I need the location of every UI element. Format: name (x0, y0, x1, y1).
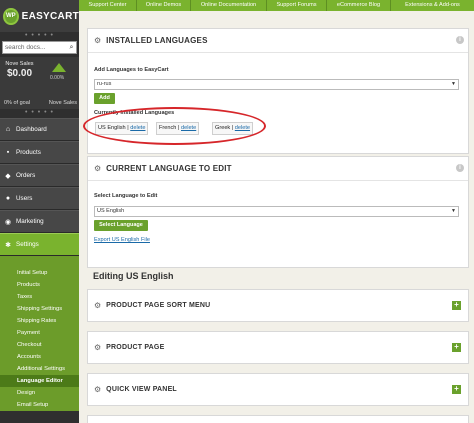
panel-title: INSTALLED LANGUAGES (106, 36, 208, 45)
sub-nav-checkout[interactable]: Checkout (0, 339, 79, 351)
panel-title: QUICK VIEW PANEL (106, 386, 177, 393)
sub-nav-additional-settings[interactable]: Additional Settings (0, 363, 79, 375)
sales-chart: 0.00% (39, 57, 79, 97)
wordpress-logo-icon: WP (3, 7, 19, 25)
sub-nav-taxes[interactable]: Taxes (0, 291, 79, 303)
collapsible-panel[interactable]: ⚙ PRODUCT PAGE + (87, 331, 469, 364)
sales-value: $0.00 (6, 68, 33, 79)
nav-label: Settings (16, 241, 39, 248)
orders-icon: ◆ (5, 172, 11, 180)
tab-online-documentation[interactable]: Online Documentation (191, 0, 267, 11)
sales-footer: 0% of goal Nove Sales (0, 97, 79, 109)
gear-icon: ⚙ (94, 164, 102, 173)
tab-ecommerce-blog[interactable]: eCommerce Blog (327, 0, 391, 11)
sub-nav-shipping-rates[interactable]: Shipping Rates (0, 315, 79, 327)
top-nav-bar: Support Center Online Demos Online Docum… (79, 0, 474, 11)
search-docs-input[interactable]: search docs... ⌕ (2, 41, 77, 54)
select-language-button[interactable]: Select Language (94, 220, 148, 231)
nav-item-dashboard[interactable]: ⌂ Dashboard (0, 118, 79, 141)
nav-label: Marketing (16, 218, 44, 225)
logo-text: EASYCART (21, 10, 79, 22)
logo[interactable]: WP EASYCART (0, 0, 79, 32)
edit-language-select[interactable]: US English ▼ (94, 206, 459, 217)
sales-right-label: Nove Sales (48, 100, 77, 106)
sub-nav-products[interactable]: Products (0, 279, 79, 291)
sub-nav-language-editor[interactable]: Language Editor (0, 375, 79, 387)
goal-pct: 0% of goal (4, 100, 30, 106)
sales-label: Nove Sales (5, 61, 34, 67)
tab-extensions-addons[interactable]: Extensions & Add-ons (391, 0, 474, 11)
panel-header: ⚙ PRODUCT PAGE SORT MENU (88, 290, 468, 321)
current-language-panel: ⚙ CURRENT LANGUAGE TO EDIT i Select Lang… (87, 156, 469, 268)
gear-icon: ⚙ (94, 343, 102, 352)
sub-nav-email-setup[interactable]: Email Setup (0, 399, 79, 411)
info-icon[interactable]: i (456, 164, 464, 172)
collapsible-panel-partial[interactable] (87, 415, 469, 423)
nav-label: Orders (16, 172, 36, 179)
panel-header: ⚙ PRODUCT PAGE (88, 332, 468, 363)
highlight-annotation (83, 107, 266, 145)
sales-chart-pct: 0.00% (50, 75, 65, 81)
nav-item-products[interactable]: ▪ Products (0, 141, 79, 164)
select-language-label: Select Language to Edit (94, 193, 158, 199)
sales-stats: Nove Sales $0.00 0.00% (0, 57, 79, 97)
marketing-icon: ◉ (4, 218, 12, 226)
add-language-select[interactable]: ru-rus ▼ (94, 79, 459, 90)
collapsible-panel[interactable]: ⚙ QUICK VIEW PANEL + (87, 373, 469, 406)
nav-label: Products (16, 149, 41, 156)
sub-nav-payment[interactable]: Payment (0, 327, 79, 339)
sub-nav-shipping-settings[interactable]: Shipping Settings (0, 303, 79, 315)
sidebar: WP EASYCART • • • • • search docs... ⌕ N… (0, 0, 79, 423)
select-value: US English (97, 208, 125, 214)
panel-header: ⚙ QUICK VIEW PANEL (88, 374, 468, 405)
tab-support-forums[interactable]: Support Forums (267, 0, 327, 11)
sub-nav-design[interactable]: Design (0, 387, 79, 399)
panel-title: PRODUCT PAGE (106, 344, 165, 351)
divider-dots: • • • • • (24, 32, 55, 39)
gear-icon: ⚙ (94, 301, 102, 310)
expand-icon[interactable]: + (452, 343, 461, 352)
chevron-down-icon: ▼ (451, 81, 456, 87)
expand-icon[interactable]: + (452, 301, 461, 310)
nav-label: Users (16, 195, 33, 202)
expand-icon[interactable]: + (452, 385, 461, 394)
tab-support-center[interactable]: Support Center (79, 0, 137, 11)
chevron-down-icon: ▼ (451, 208, 456, 214)
divider-dots: • • • • • (24, 109, 55, 116)
nav-item-marketing[interactable]: ◉ Marketing (0, 210, 79, 233)
info-icon[interactable]: i (456, 36, 464, 44)
panel-header: ⚙ INSTALLED LANGUAGES i (88, 29, 468, 53)
editing-heading: Editing US English (93, 271, 174, 281)
home-icon: ⌂ (5, 126, 11, 133)
sales-summary: Nove Sales $0.00 (0, 57, 39, 97)
panel-header: ⚙ CURRENT LANGUAGE TO EDIT i (88, 157, 468, 181)
panel-title: CURRENT LANGUAGE TO EDIT (106, 164, 232, 173)
gear-icon: ⚙ (94, 385, 102, 394)
add-languages-label: Add Languages to EasyCart (94, 67, 169, 73)
nav-label: Dashboard (16, 126, 47, 133)
products-icon: ▪ (6, 149, 10, 156)
settings-sub-nav: Initial Setup Products Taxes Shipping Se… (0, 256, 79, 411)
nav-item-settings[interactable]: ✱ Settings (0, 233, 79, 256)
sub-nav-accounts[interactable]: Accounts (0, 351, 79, 363)
gear-icon: ⚙ (94, 36, 102, 45)
collapsible-panel[interactable]: ⚙ PRODUCT PAGE SORT MENU + (87, 289, 469, 322)
select-value: ru-rus (97, 81, 112, 87)
search-placeholder: search docs... (5, 44, 46, 51)
settings-icon: ✱ (5, 241, 11, 249)
export-link[interactable]: Export US English File (94, 237, 150, 243)
nav-item-orders[interactable]: ◆ Orders (0, 164, 79, 187)
main-nav: ⌂ Dashboard ▪ Products ◆ Orders ● Users ◉ Mar… (0, 118, 79, 256)
trend-up-icon (52, 63, 66, 72)
sub-nav-initial-setup[interactable]: Initial Setup (0, 267, 79, 279)
tab-online-demos[interactable]: Online Demos (137, 0, 191, 11)
add-button[interactable]: Add (94, 93, 115, 104)
search-icon[interactable]: ⌕ (67, 44, 76, 52)
users-icon: ● (5, 195, 11, 202)
main-content: ⚙ INSTALLED LANGUAGES i Add Languages to… (79, 11, 474, 423)
nav-item-users[interactable]: ● Users (0, 187, 79, 210)
panel-title: PRODUCT PAGE SORT MENU (106, 302, 211, 309)
